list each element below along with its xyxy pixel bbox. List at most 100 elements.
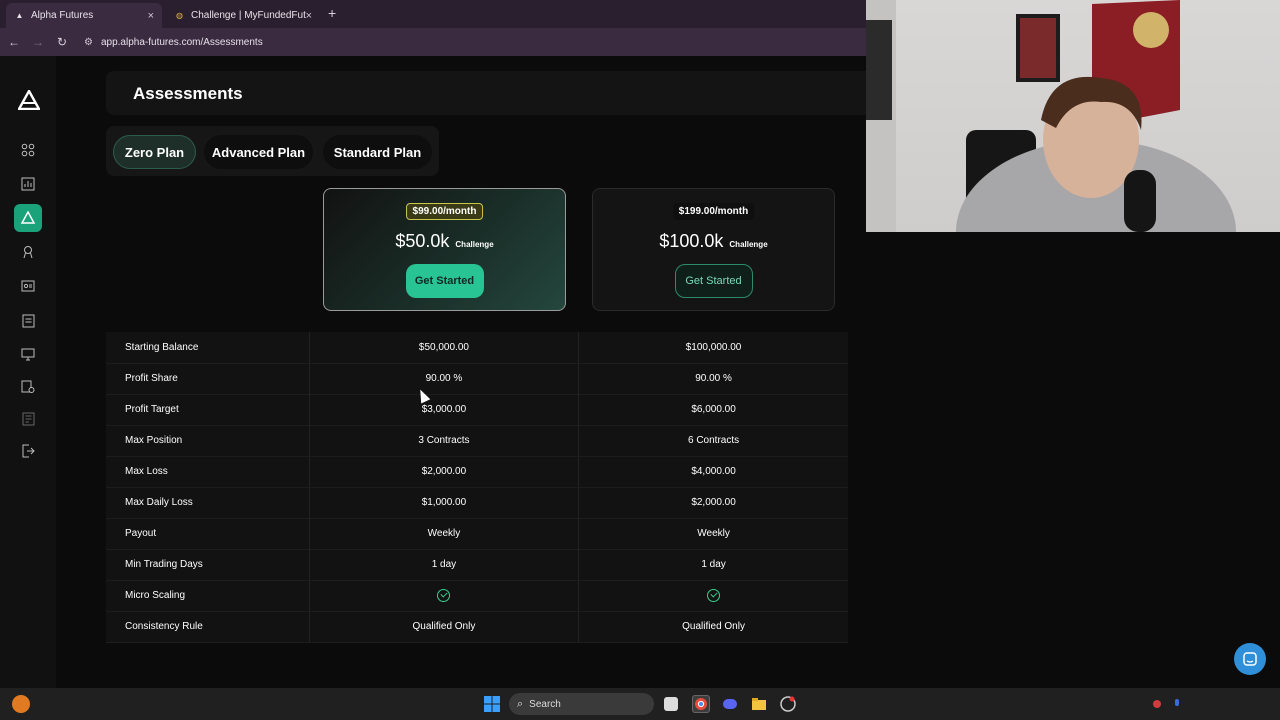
browser-tab-myfundedfutures[interactable]: ◍ Challenge | MyFundedFutures × (166, 3, 320, 28)
page-header: Assessments (106, 71, 866, 115)
support-chat-button[interactable] (1234, 643, 1266, 675)
account-size-value: $50.0k (395, 231, 450, 251)
price-badge: $99.00/month (405, 203, 484, 220)
task-view-icon[interactable] (664, 697, 678, 711)
spec-value: 6 Contracts (578, 425, 848, 457)
price-badge: $199.00/month (672, 203, 755, 220)
document-icon[interactable] (14, 307, 42, 335)
plan-card-50k: $99.00/month $50.0k Challenge Get Starte… (323, 188, 566, 311)
forward-button[interactable]: → (26, 35, 50, 49)
spec-label: Profit Share (106, 363, 310, 395)
back-button[interactable]: ← (2, 35, 26, 49)
table-row: Profit Target $3,000.00 $6,000.00 (106, 394, 848, 426)
spec-value: 90.00 % (308, 363, 579, 395)
taskbar-search-input[interactable]: ⌕ Search (509, 693, 654, 715)
chrome-icon[interactable] (692, 695, 710, 713)
check-circle-icon (707, 589, 721, 602)
chart-icon[interactable] (14, 170, 42, 198)
tray-icon[interactable] (1148, 695, 1166, 713)
table-row: Starting Balance $50,000.00 $100,000.00 (106, 332, 848, 364)
spec-value: Weekly (578, 518, 848, 550)
tab-title: Challenge | MyFundedFutures (191, 10, 306, 21)
empty-right-area (866, 232, 1280, 688)
spec-value: Weekly (308, 518, 579, 550)
file-explorer-icon[interactable] (750, 695, 768, 713)
weather-widget-icon[interactable] (12, 695, 30, 713)
tab-advanced-plan[interactable]: Advanced Plan (204, 135, 313, 169)
table-row: Profit Share 90.00 % 90.00 % (106, 363, 848, 395)
close-icon[interactable]: × (148, 10, 154, 22)
new-tab-button[interactable]: + (328, 5, 336, 21)
award-icon[interactable] (14, 238, 42, 266)
address-bar: ← → ↻ ⚙ app.alpha-futures.com/Assessment… (0, 28, 866, 56)
browser-tab-alpha-futures[interactable]: ▲ Alpha Futures × (6, 3, 162, 28)
spec-value: $4,000.00 (578, 456, 848, 488)
browser-tab-bar: ▲ Alpha Futures × ◍ Challenge | MyFunded… (0, 0, 866, 28)
chat-icon (1243, 652, 1257, 666)
spec-value (308, 580, 579, 612)
dashboard-icon[interactable] (14, 136, 42, 164)
monitor-icon[interactable] (14, 340, 42, 368)
close-icon[interactable]: × (306, 10, 312, 22)
os-taskbar: ⌕ Search (0, 688, 1280, 720)
logout-icon[interactable] (14, 437, 42, 465)
account-size: $100.0k Challenge (593, 231, 834, 252)
webcam-scene-illustration (866, 0, 1236, 232)
sidebar (0, 56, 56, 688)
url-field[interactable]: ⚙ app.alpha-futures.com/Assessments (84, 31, 263, 53)
plan-switcher: Zero Plan Advanced Plan Standard Plan (106, 126, 439, 176)
account-size: $50.0k Challenge (324, 231, 565, 252)
spec-value: $1,000.00 (308, 487, 579, 519)
search-icon: ⌕ (517, 697, 524, 710)
spec-value: $50,000.00 (308, 332, 579, 364)
spec-value: Qualified Only (578, 611, 848, 643)
table-row: Max Daily Loss $1,000.00 $2,000.00 (106, 487, 848, 519)
spec-value: $3,000.00 (308, 394, 579, 426)
spec-value: 1 day (308, 549, 579, 581)
microphone-icon[interactable] (1168, 695, 1186, 713)
table-row: Min Trading Days 1 day 1 day (106, 549, 848, 581)
table-row: Micro Scaling (106, 580, 848, 612)
main-content: Assessments Zero Plan Advanced Plan Stan… (56, 56, 866, 688)
page-title: Assessments (133, 84, 243, 103)
tab-standard-plan[interactable]: Standard Plan (323, 135, 432, 169)
plan-spec-table: Starting Balance $50,000.00 $100,000.00 … (106, 332, 848, 643)
mff-logo-icon: ◍ (176, 11, 183, 20)
receipt-icon[interactable] (14, 405, 42, 433)
spec-value: $2,000.00 (308, 456, 579, 488)
spec-value (578, 580, 848, 612)
site-info-icon[interactable]: ⚙ (84, 37, 93, 48)
spec-label: Micro Scaling (106, 580, 310, 612)
spec-label: Consistency Rule (106, 611, 310, 643)
reload-button[interactable]: ↻ (50, 35, 74, 49)
alpha-logo-icon: ▲ (15, 11, 24, 20)
spec-label: Max Position (106, 425, 310, 457)
tab-title: Alpha Futures (31, 10, 94, 21)
get-started-button[interactable]: Get Started (674, 264, 753, 298)
table-row: Max Loss $2,000.00 $4,000.00 (106, 456, 848, 488)
spec-value: $6,000.00 (578, 394, 848, 426)
spec-value: $2,000.00 (578, 487, 848, 519)
app-icon[interactable] (779, 695, 797, 713)
tab-zero-plan[interactable]: Zero Plan (113, 135, 196, 169)
table-row: Payout Weekly Weekly (106, 518, 848, 550)
account-size-value: $100.0k (659, 231, 724, 251)
url-text: app.alpha-futures.com/Assessments (100, 36, 263, 48)
discord-icon[interactable] (721, 695, 739, 713)
table-row: Consistency Rule Qualified Only Qualifie… (106, 611, 848, 643)
check-circle-icon (437, 589, 451, 602)
search-placeholder: Search (529, 698, 561, 710)
alpha-futures-logo-icon[interactable] (18, 90, 40, 110)
spec-value: $100,000.00 (578, 332, 848, 364)
spec-label: Starting Balance (106, 332, 310, 364)
account-type-label: Challenge (729, 240, 768, 249)
windows-start-icon[interactable] (483, 695, 501, 713)
spec-value: 1 day (578, 549, 848, 581)
assessments-icon[interactable] (14, 204, 42, 232)
settings-doc-icon[interactable] (14, 373, 42, 401)
spec-value: 90.00 % (578, 363, 848, 395)
get-started-button[interactable]: Get Started (405, 264, 484, 298)
spec-value: Qualified Only (308, 611, 579, 643)
spec-label: Profit Target (106, 394, 310, 426)
id-card-icon[interactable] (14, 272, 42, 300)
